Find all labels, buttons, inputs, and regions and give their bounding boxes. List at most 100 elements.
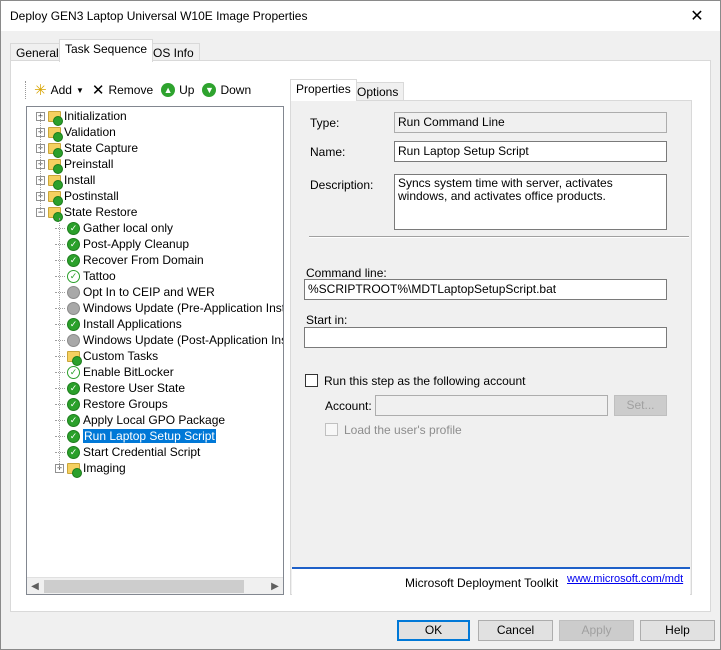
tree-item[interactable]: ✓ Gather local only (55, 220, 173, 236)
title-bar: Deploy GEN3 Laptop Universal W10E Image … (1, 1, 720, 31)
tree-connector (55, 243, 65, 245)
disabled-step-icon (67, 333, 80, 347)
tree-item[interactable]: ✓ Restore Groups (55, 396, 168, 412)
footer-title: Microsoft Deployment Toolkit (405, 576, 559, 590)
tree-item-label: State Restore (64, 205, 138, 219)
tree-item[interactable]: ✓ Enable BitLocker (55, 364, 174, 380)
tree-item[interactable]: + Install (36, 172, 95, 190)
name-field[interactable]: Run Laptop Setup Script (394, 141, 667, 162)
load-profile-checkbox[interactable] (325, 423, 338, 436)
tree-connector (55, 291, 65, 293)
tree-item[interactable]: + State Capture (36, 140, 139, 158)
tab-options[interactable]: Options (351, 82, 405, 101)
tree-item[interactable]: ✓ Restore User State (55, 380, 185, 396)
tree-item-label: Post-Apply Cleanup (83, 237, 190, 251)
tree-item[interactable]: + Validation (36, 124, 116, 142)
up-button[interactable]: ▲ Up (161, 83, 194, 97)
check-icon: ✓ (67, 413, 80, 427)
tree-guide-line (40, 116, 41, 212)
separator (309, 236, 689, 238)
up-label: Up (179, 83, 195, 97)
account-field (375, 395, 608, 416)
tree-connector (55, 275, 65, 277)
tree-item[interactable]: Custom Tasks (55, 348, 159, 366)
tree-item-label: Initialization (64, 109, 127, 123)
tree-item[interactable]: ✓ Apply Local GPO Package (55, 412, 225, 428)
folder-check-icon (48, 174, 63, 190)
check-icon: ✓ (67, 429, 80, 443)
tree-item[interactable]: ✓ Start Credential Script (55, 444, 200, 460)
mdt-link[interactable]: www.microsoft.com/mdt (567, 573, 683, 585)
tree-item-label: Install Applications (83, 317, 182, 331)
folder-check-icon (67, 462, 82, 478)
tree-connector (55, 371, 65, 373)
tree-item[interactable]: Windows Update (Post-Application Install (55, 332, 283, 348)
tab-properties[interactable]: Properties (290, 79, 357, 101)
disabled-step-icon (67, 285, 80, 299)
tree-item[interactable]: + Postinstall (36, 188, 119, 206)
scroll-right-icon[interactable]: ▶ (267, 579, 283, 594)
tree-item[interactable]: ✓ Recover From Domain (55, 252, 204, 268)
mdt-footer: Microsoft Deployment Toolkit www.microso… (292, 567, 690, 595)
check-icon: ✓ (67, 445, 80, 459)
description-field[interactable]: Syncs system time with server, activates… (394, 174, 667, 230)
task-sequence-page: ✳ Add ▼ ✕ Remove ▲ Up ▼ Down + Initializa… (10, 60, 711, 612)
remove-x-icon: ✕ (91, 82, 105, 99)
tree-item[interactable]: Opt In to CEIP and WER (55, 284, 215, 300)
down-button[interactable]: ▼ Down (202, 83, 251, 97)
folder-check-icon (48, 206, 63, 222)
apply-button[interactable]: Apply (559, 620, 634, 641)
chevron-down-icon: ▼ (75, 85, 84, 95)
check-icon: ✓ (67, 253, 80, 267)
check-badge-icon (72, 467, 82, 478)
help-button[interactable]: Help (640, 620, 715, 641)
cancel-button[interactable]: Cancel (478, 620, 553, 641)
task-sequence-tree[interactable]: + Initialization + Validation + State Capture… (26, 106, 284, 595)
arrow-down-icon: ▼ (202, 83, 217, 97)
command-line-field[interactable]: %SCRIPTROOT%\MDTLaptopSetupScript.bat (304, 279, 667, 300)
check-icon: ✓ (67, 237, 80, 251)
check-icon: ✓ (67, 269, 80, 283)
tree-item[interactable]: ✓ Post-Apply Cleanup (55, 236, 189, 252)
tree-item[interactable]: + Initialization (36, 108, 127, 126)
tree-connector (55, 419, 65, 421)
arrow-up-icon: ▲ (161, 83, 176, 97)
remove-button[interactable]: ✕ Remove (92, 81, 153, 99)
tree-connector (55, 451, 65, 453)
tree-item-label: Opt In to CEIP and WER (83, 285, 215, 299)
tree-item[interactable]: − State Restore (36, 204, 138, 222)
tree-item-label: State Capture (64, 141, 139, 155)
tree-item-label: Tattoo (83, 269, 116, 283)
tree-item-label: Recover From Domain (83, 253, 204, 267)
description-label: Description: (310, 178, 374, 192)
tree-item[interactable]: ✓ Tattoo (55, 268, 116, 284)
run-as-account-checkbox[interactable] (305, 374, 318, 387)
tree-item[interactable]: + Imaging (55, 460, 126, 478)
properties-dialog: Deploy GEN3 Laptop Universal W10E Image … (0, 0, 721, 650)
load-profile-label: Load the user's profile (344, 423, 462, 437)
tree-item[interactable]: Windows Update (Pre-Application Installa (55, 300, 283, 316)
type-label: Type: (310, 116, 340, 130)
add-star-icon: ✳ (34, 82, 47, 99)
account-label: Account: (325, 399, 372, 413)
scroll-thumb[interactable] (44, 580, 244, 593)
ok-button[interactable]: OK (397, 620, 470, 641)
tree-item[interactable]: ✓ Install Applications (55, 316, 182, 332)
check-icon: ✓ (67, 365, 80, 379)
tree-connector (55, 435, 65, 437)
tree-item[interactable]: ✓ Run Laptop Setup Script (55, 428, 216, 444)
tree-item-label: Run Laptop Setup Script (83, 429, 216, 443)
set-account-button[interactable]: Set... (614, 395, 667, 416)
scroll-left-icon[interactable]: ◀ (27, 579, 43, 594)
tree-connector (55, 403, 65, 405)
horizontal-scrollbar[interactable]: ◀ ▶ (27, 577, 283, 594)
tree-item-label: Apply Local GPO Package (83, 413, 226, 427)
start-in-field[interactable] (304, 327, 667, 348)
tab-task-sequence[interactable]: Task Sequence (59, 39, 154, 62)
tree-item[interactable]: + Preinstall (36, 156, 113, 174)
add-button[interactable]: ✳ Add ▼ (34, 81, 84, 99)
close-button[interactable]: ✕ (674, 1, 720, 31)
tree-item-label: Custom Tasks (83, 349, 159, 363)
tree-item-label: Imaging (83, 461, 126, 475)
down-label: Down (220, 83, 252, 97)
